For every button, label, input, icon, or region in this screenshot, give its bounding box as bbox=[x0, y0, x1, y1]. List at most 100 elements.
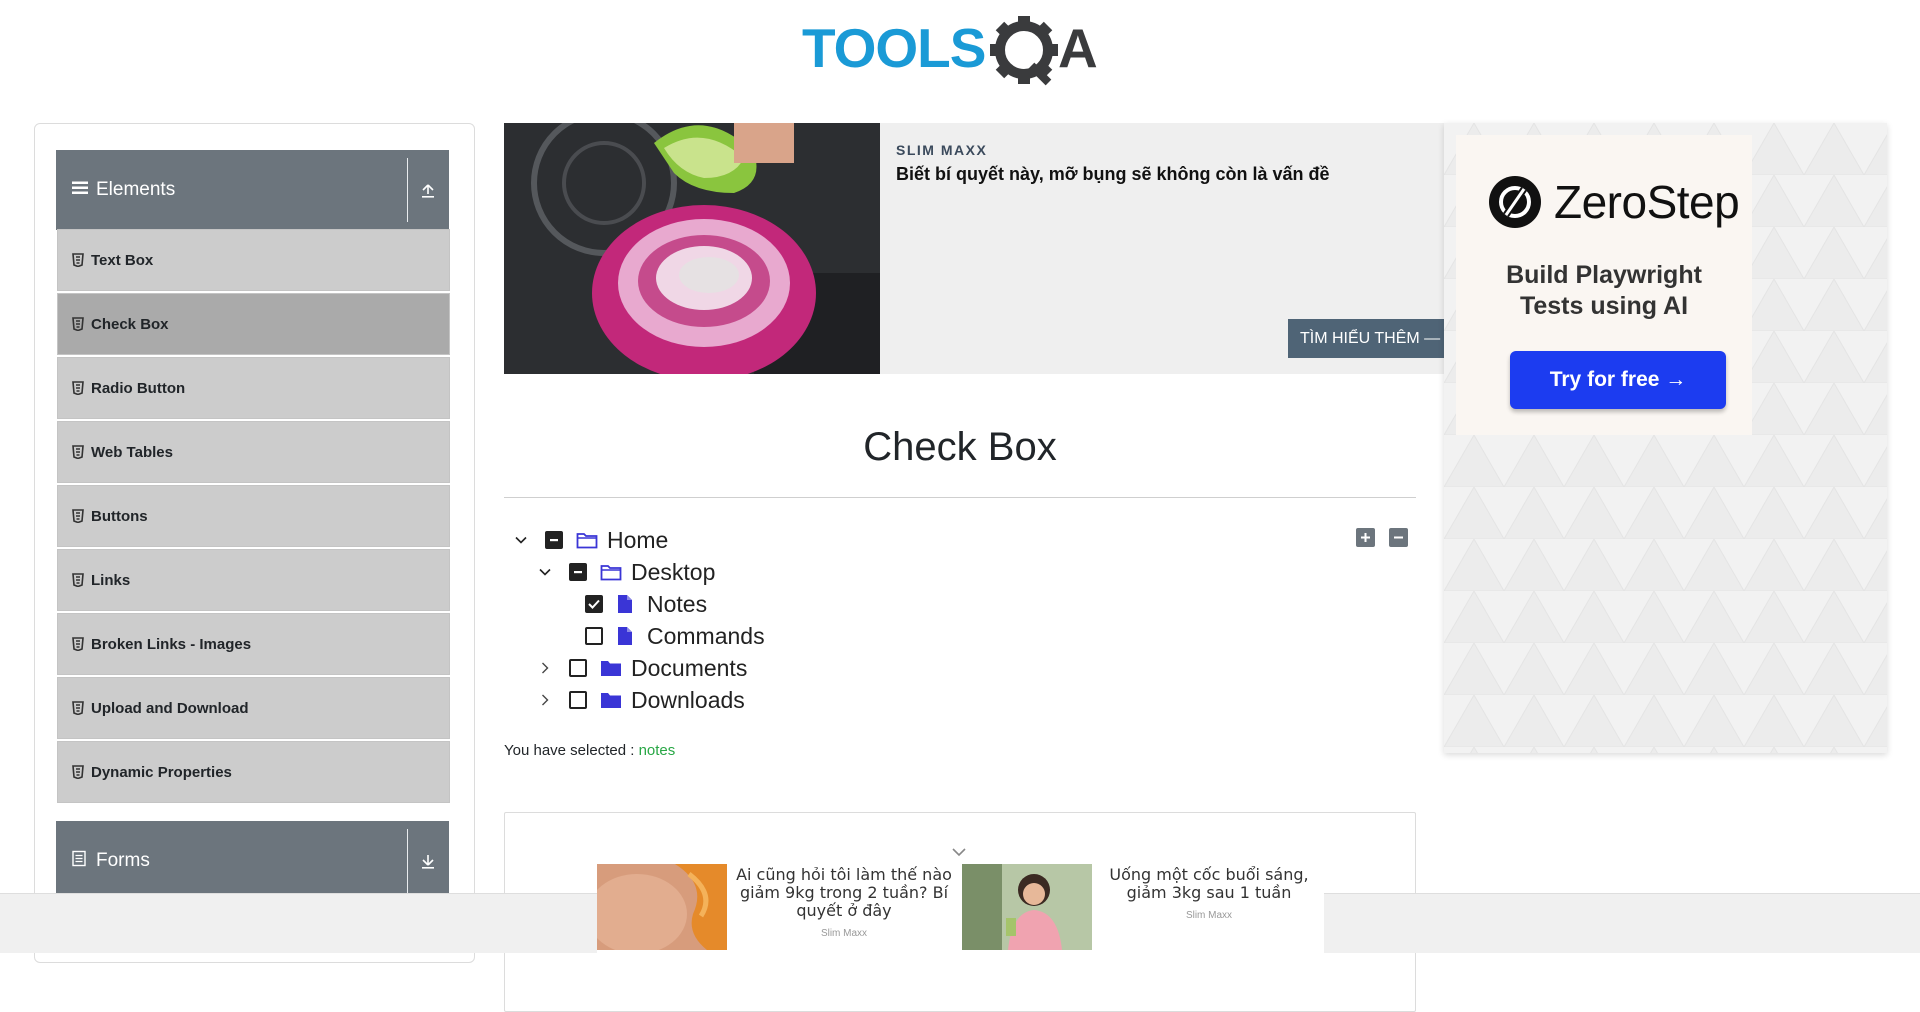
top-ad-banner[interactable]: SLIM MAXX Biết bí quyết này, mỡ bụng sẽ … bbox=[504, 123, 1444, 374]
zerostep-logo-text: ZeroStep bbox=[1554, 176, 1740, 228]
menu-item-label: Broken Links - Images bbox=[91, 635, 252, 653]
zerostep-card: ZeroStep Build Playwright Tests using AI… bbox=[1456, 135, 1752, 435]
collapse-toggle[interactable] bbox=[407, 150, 449, 230]
logo-a-text: A bbox=[1058, 17, 1098, 79]
zerostep-tagline: Build Playwright Tests using AI bbox=[1506, 261, 1702, 320]
group-header-elements[interactable]: Elements bbox=[56, 150, 449, 230]
menu-item-upload-download[interactable]: Upload and Download bbox=[57, 677, 450, 739]
checkbox-documents[interactable] bbox=[569, 659, 587, 677]
chevron-down-icon[interactable] bbox=[538, 565, 552, 579]
form-icon bbox=[72, 850, 86, 872]
checkbox-home-partial[interactable] bbox=[545, 531, 563, 549]
menu-item-label: Radio Button bbox=[91, 379, 186, 397]
minus-icon bbox=[1394, 536, 1403, 539]
menu-item-dynamic-properties[interactable]: Dynamic Properties bbox=[57, 741, 450, 803]
result-line: You have selected : notes bbox=[504, 742, 675, 759]
menu-item-buttons[interactable]: Buttons bbox=[57, 485, 450, 547]
try-for-free-button[interactable]: Try for free → bbox=[1510, 351, 1726, 409]
ad-headline[interactable]: Biết bí quyết này, mỡ bụng sẽ không còn … bbox=[896, 164, 1330, 185]
result-prefix: You have selected : bbox=[504, 742, 635, 759]
html5-icon bbox=[72, 445, 84, 460]
chevron-down-icon[interactable] bbox=[951, 846, 967, 858]
tree-node-home: Home bbox=[514, 525, 668, 555]
zerostep-ad[interactable]: ZeroStep Build Playwright Tests using AI… bbox=[1444, 123, 1887, 753]
tree-label-commands[interactable]: Commands bbox=[647, 623, 765, 650]
html5-icon bbox=[72, 637, 84, 652]
logo-graphic: TOOLS A bbox=[802, 16, 1098, 86]
checkbox-downloads[interactable] bbox=[569, 691, 587, 709]
toolsqa-logo[interactable]: TOOLS A bbox=[800, 14, 1130, 90]
folder-open-icon bbox=[576, 530, 598, 550]
menu-item-text-box[interactable]: Text Box bbox=[57, 229, 450, 291]
menu-item-label: Links bbox=[91, 571, 131, 589]
group-title-elements: Elements bbox=[96, 179, 176, 200]
chevron-right-icon[interactable] bbox=[538, 661, 552, 675]
bottom-ad-item-2[interactable]: Uống một cốc buổi sáng, giảm 3kg sau 1 t… bbox=[962, 864, 1324, 953]
upload-arrow-icon bbox=[422, 184, 434, 198]
tree-node-desktop: Desktop bbox=[538, 557, 715, 587]
html5-icon bbox=[72, 765, 84, 780]
bottom-ad-item-1[interactable]: Ai cũng hỏi tôi làm thế nào giảm 9kg tro… bbox=[597, 864, 962, 953]
ad-text-2: Uống một cốc buổi sáng, giảm 3kg sau 1 t… bbox=[1109, 865, 1309, 902]
chevron-right-icon[interactable] bbox=[538, 693, 552, 707]
menu-item-label: Web Tables bbox=[91, 443, 173, 461]
download-arrow-icon bbox=[422, 855, 434, 869]
ad-thumbnail-woman bbox=[962, 864, 1092, 950]
menu-icon bbox=[72, 181, 88, 200]
logo-tools-text: TOOLS bbox=[802, 17, 985, 79]
title-divider bbox=[504, 497, 1416, 498]
ad-source-1: Slim Maxx bbox=[820, 928, 868, 939]
menu-item-links[interactable]: Links bbox=[57, 549, 450, 611]
result-value: notes bbox=[638, 742, 676, 759]
checkbox-notes-checked[interactable] bbox=[585, 595, 603, 613]
learn-more-button[interactable]: TÌM HIỂU THÊM — bbox=[1288, 319, 1444, 358]
html5-icon bbox=[72, 381, 84, 396]
plus-icon bbox=[1361, 533, 1370, 542]
group-title-forms: Forms bbox=[96, 850, 150, 871]
menu-item-label: Buttons bbox=[91, 507, 148, 525]
bottom-ad: Ai cũng hỏi tôi làm thế nào giảm 9kg tro… bbox=[597, 864, 1324, 953]
tree-label-documents[interactable]: Documents bbox=[631, 655, 747, 682]
tree-node-documents: Documents bbox=[538, 653, 747, 683]
folder-open-icon bbox=[600, 562, 622, 582]
menu-item-broken-links[interactable]: Broken Links - Images bbox=[57, 613, 450, 675]
ad-photo-onion bbox=[504, 123, 880, 374]
menu-item-label: Text Box bbox=[91, 251, 154, 269]
ad-text-1: Ai cũng hỏi tôi làm thế nào giảm 9kg tro… bbox=[736, 865, 952, 920]
tree-node-downloads: Downloads bbox=[538, 685, 745, 715]
checkbox-commands[interactable] bbox=[585, 627, 603, 645]
collapse-all-button[interactable] bbox=[1389, 528, 1408, 547]
group-header-forms[interactable]: Forms bbox=[56, 821, 449, 901]
html5-icon bbox=[72, 509, 84, 524]
tree-label-downloads[interactable]: Downloads bbox=[631, 687, 745, 714]
file-icon bbox=[616, 594, 638, 614]
expand-all-button[interactable] bbox=[1356, 528, 1375, 547]
checkbox-desktop-partial[interactable] bbox=[569, 563, 587, 581]
menu-item-label: Upload and Download bbox=[91, 699, 249, 717]
html5-icon bbox=[72, 317, 84, 332]
left-panel: Elements Text Box Check Box Radio Button… bbox=[34, 123, 475, 963]
tree-label-desktop[interactable]: Desktop bbox=[631, 559, 715, 586]
menu-item-check-box[interactable]: Check Box bbox=[57, 293, 450, 355]
tree-label-home[interactable]: Home bbox=[607, 527, 668, 554]
ad-source-2: Slim Maxx bbox=[1185, 910, 1233, 921]
folder-icon bbox=[600, 690, 622, 710]
menu-item-web-tables[interactable]: Web Tables bbox=[57, 421, 450, 483]
menu-item-label: Check Box bbox=[91, 315, 169, 333]
chevron-down-icon[interactable] bbox=[514, 533, 528, 547]
zerostep-logo-icon bbox=[1489, 176, 1541, 228]
menu-item-label: Dynamic Properties bbox=[91, 763, 232, 781]
zerostep-logo: ZeroStep bbox=[1488, 175, 1740, 229]
page-title: Check Box bbox=[863, 425, 1057, 469]
file-icon bbox=[616, 626, 638, 646]
menu-item-radio-button[interactable]: Radio Button bbox=[57, 357, 450, 419]
tree-node-notes: Notes bbox=[585, 589, 707, 619]
ad-thumbnail-skin bbox=[597, 864, 727, 950]
tree-label-notes[interactable]: Notes bbox=[647, 591, 707, 618]
expand-toggle[interactable] bbox=[407, 821, 449, 901]
html5-icon bbox=[72, 253, 84, 268]
html5-icon bbox=[72, 573, 84, 588]
ad-brand: SLIM MAXX bbox=[896, 142, 988, 158]
gear-icon bbox=[990, 16, 1058, 86]
html5-icon bbox=[72, 701, 84, 716]
